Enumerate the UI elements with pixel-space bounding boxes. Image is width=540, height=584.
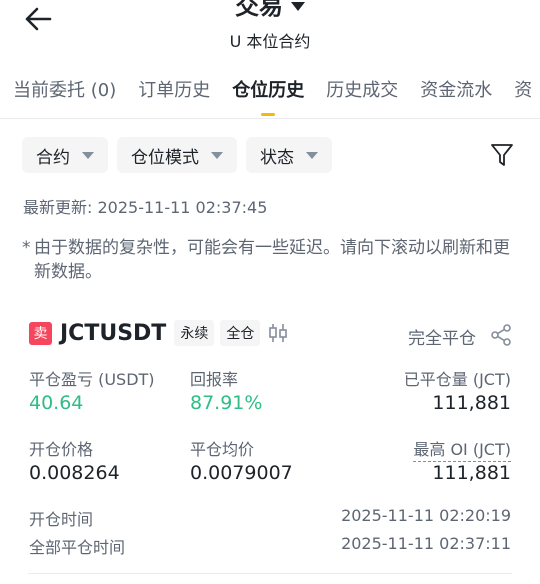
caret-down-icon (82, 151, 94, 159)
close-all-status: 完全平仓 (408, 329, 476, 349)
page-title: 交易 (235, 0, 283, 20)
filter-position-mode[interactable]: 仓位模式 (117, 137, 237, 173)
closed-qty-label: 已平仓量 (JCT) (403, 370, 511, 389)
tab-more[interactable]: 资 (514, 76, 532, 106)
tab-order-history[interactable]: 订单历史 (138, 76, 210, 106)
page-subtitle: U 本位合约 (229, 32, 311, 51)
position-header: 卖 JCTUSDT 永续 全仓 (29, 320, 288, 346)
symbol-name[interactable]: JCTUSDT (60, 321, 166, 346)
avg-close-price-label: 平仓均价 (190, 440, 255, 459)
filter-contract-label: 合约 (36, 147, 70, 168)
tag-perpetual: 永续 (174, 320, 215, 346)
notice-text: 由于数据的复杂性，可能会有一些延迟。请向下滚动以刷新和更新数据。 (34, 238, 510, 282)
pnl-value: 40.64 (29, 392, 84, 414)
avg-close-price-value: 0.0079007 (190, 462, 293, 484)
caret-down-icon (211, 151, 223, 159)
close-time-value: 2025-11-11 02:37:11 (341, 534, 511, 553)
filter-bar: 合约 仓位模式 状态 (22, 137, 332, 173)
divider (28, 573, 512, 574)
open-time-label: 开仓时间 (29, 510, 94, 529)
max-oi-label[interactable]: 最高 OI (JCT) (413, 436, 511, 462)
candlestick-chart-icon[interactable] (268, 323, 288, 343)
tab-position-history[interactable]: 仓位历史 (232, 76, 304, 106)
entry-price-value: 0.008264 (29, 462, 120, 484)
sell-badge: 卖 (29, 321, 52, 345)
roi-value: 87.91% (190, 392, 263, 414)
filter-contract[interactable]: 合约 (22, 137, 108, 173)
close-time-label: 全部平仓时间 (29, 538, 126, 557)
filter-status-label: 状态 (260, 147, 294, 168)
title-selector[interactable]: 交易 (0, 0, 540, 21)
max-oi-value: 111,881 (432, 462, 511, 484)
closed-qty-value: 111,881 (432, 392, 511, 414)
tab-funding-flow[interactable]: 资金流水 (420, 76, 492, 106)
caret-down-icon (291, 2, 305, 11)
funnel-filter-icon[interactable] (490, 142, 514, 168)
notice-asterisk: * (22, 238, 31, 258)
caret-down-icon (306, 151, 318, 159)
last-updated: 最新更新: 2025-11-11 02:37:45 (23, 198, 268, 217)
divider (0, 118, 540, 119)
entry-price-label: 开仓价格 (29, 440, 94, 459)
open-time-value: 2025-11-11 02:20:19 (341, 506, 511, 525)
pnl-label: 平仓盈亏 (USDT) (29, 370, 155, 389)
tab-trade-history[interactable]: 历史成交 (326, 76, 398, 106)
filter-position-mode-label: 仓位模式 (131, 147, 199, 168)
delay-notice: * 由于数据的复杂性，可能会有一些延迟。请向下滚动以刷新和更新数据。 (22, 236, 518, 284)
tab-bar: 当前委托 (0) 订单历史 仓位历史 历史成交 资金流水 资 (13, 76, 532, 106)
share-icon[interactable] (490, 324, 512, 346)
tag-cross-margin: 全仓 (220, 320, 261, 346)
roi-label: 回报率 (190, 370, 239, 389)
tab-open-orders[interactable]: 当前委托 (0) (13, 76, 116, 106)
filter-status[interactable]: 状态 (246, 137, 332, 173)
